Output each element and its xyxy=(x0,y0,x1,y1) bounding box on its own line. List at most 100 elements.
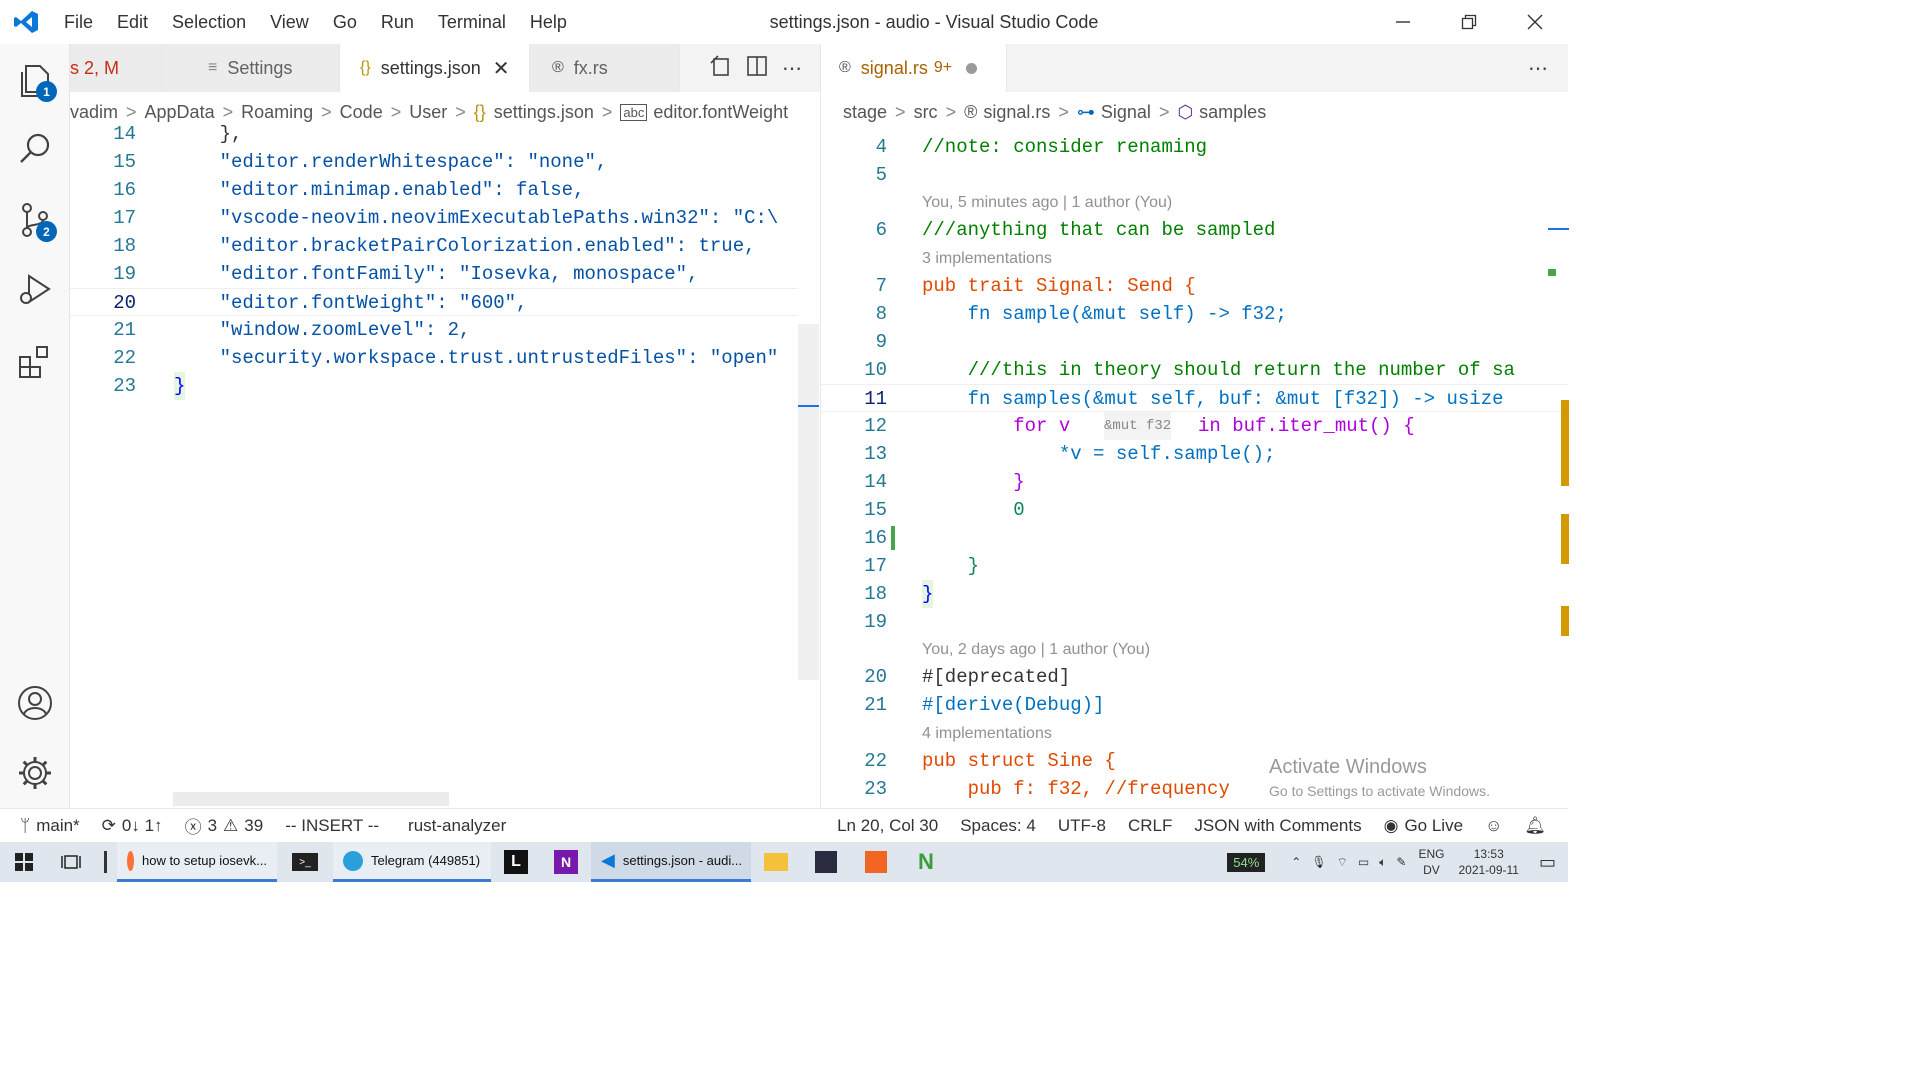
taskbar-app-n[interactable]: N xyxy=(901,842,951,882)
n-app-icon: N xyxy=(918,849,934,874)
warning-icon: ⚠ xyxy=(223,815,239,835)
menu-help[interactable]: Help xyxy=(518,0,579,44)
windows-start-icon[interactable] xyxy=(0,842,48,882)
language-mode-status[interactable]: JSON with Comments xyxy=(1183,816,1372,836)
menu-view[interactable]: View xyxy=(258,0,321,44)
codelens-implementations[interactable]: 4 implementations xyxy=(922,725,1052,743)
json-icon: {} xyxy=(360,59,371,76)
indentation-status[interactable]: Spaces: 4 xyxy=(949,816,1047,836)
string-symbol-icon: abc xyxy=(620,103,648,121)
action-center-icon[interactable]: ▭ xyxy=(1539,852,1556,873)
close-tab-icon[interactable]: ✕ xyxy=(493,56,510,81)
restore-button[interactable] xyxy=(1436,0,1502,44)
microphone-icon[interactable]: 🎙︎ xyxy=(1311,855,1326,869)
problems-status[interactable]: ⓧ 3 ⚠ 39 xyxy=(174,813,275,838)
taskbar-app-terminal[interactable]: >_ xyxy=(277,842,333,882)
search-icon[interactable] xyxy=(0,116,70,180)
taskbar-divider xyxy=(104,851,107,873)
encoding-status[interactable]: UTF-8 xyxy=(1047,816,1117,836)
chevron-up-icon[interactable]: ⌃ xyxy=(1291,855,1301,869)
code-line: 6///anything that can be sampled xyxy=(875,219,1276,241)
rust-file-icon: ® xyxy=(964,101,978,122)
code-line: 16 "editor.minimap.enabled": false, xyxy=(113,179,585,201)
clock[interactable]: 13:53 2021-09-11 xyxy=(1458,846,1519,878)
menu-go[interactable]: Go xyxy=(321,0,369,44)
run-debug-icon[interactable] xyxy=(0,258,70,322)
notifications-bell-icon[interactable]: 🔔︎ xyxy=(1513,816,1568,836)
terminal-icon: >_ xyxy=(292,853,318,871)
code-line: 8 fn sample(&mut self) -> f32; xyxy=(875,303,1287,325)
split-editor-icon[interactable] xyxy=(746,55,768,82)
menu-file[interactable]: File xyxy=(52,0,105,44)
pen-icon[interactable]: ✎ xyxy=(1396,855,1406,869)
taskbar-app-vscode[interactable]: ◀ settings.json - audi... xyxy=(591,842,751,882)
code-line: 13 *v = self.sample(); xyxy=(864,443,1276,465)
codelens-blame[interactable]: You, 5 minutes ago | 1 author (You) xyxy=(922,194,1172,212)
settings-json-editor[interactable]: 14 }, 15 "editor.renderWhitespace": "non… xyxy=(70,120,820,760)
settings-gear-icon[interactable] xyxy=(0,741,70,805)
taskbar-app-orange[interactable] xyxy=(851,842,901,882)
activity-bar: 1 2 xyxy=(0,44,70,808)
taskbar-app-telegram[interactable]: Telegram (449851) xyxy=(333,842,491,882)
tab-problems-truncated[interactable]: s 2, M xyxy=(70,44,162,92)
code-line: 20 #[deprecated] xyxy=(864,666,1071,688)
breadcrumb-item[interactable]: stage xyxy=(843,102,887,123)
feedback-icon[interactable]: ☺ xyxy=(1474,816,1513,836)
network-icon[interactable]: ⌔ xyxy=(1337,855,1348,870)
taskbar-app-onenote[interactable]: N xyxy=(541,842,591,882)
code-line: 5 xyxy=(875,164,887,186)
taskbar-app-explorer[interactable] xyxy=(751,842,801,882)
taskbar-app-media[interactable] xyxy=(801,842,851,882)
source-control-icon[interactable]: 2 xyxy=(0,188,70,252)
code-line: 22 "security.workspace.trust.untrustedFi… xyxy=(113,347,779,369)
signal-rs-editor[interactable]: 4//note: consider renaming 5 You, 5 minu… xyxy=(821,132,1568,802)
more-actions-icon[interactable]: ⋯ xyxy=(1528,56,1548,81)
breadcrumb-item[interactable]: signal.rs xyxy=(983,102,1050,123)
codelens-blame[interactable]: You, 2 days ago | 1 author (You) xyxy=(922,641,1150,659)
git-branch-status[interactable]: ᛘ main* xyxy=(0,816,91,836)
account-icon[interactable] xyxy=(0,671,70,735)
explorer-icon[interactable]: 1 xyxy=(0,48,70,112)
menu-selection[interactable]: Selection xyxy=(160,0,258,44)
system-tray: 54% ⌃ 🎙︎ ⌔ ▭ 🔈︎ ✎ ENG DV 13:53 2021-09-1… xyxy=(1227,842,1568,882)
input-language[interactable]: ENG DV xyxy=(1418,846,1444,878)
battery-icon[interactable]: ▭ xyxy=(1358,855,1369,869)
code-line: 18} xyxy=(821,580,1568,608)
tab-fx-rs[interactable]: ® fx.rs xyxy=(530,44,680,92)
tab-settings-json[interactable]: {} settings.json ✕ xyxy=(340,44,530,92)
taskbar-app-firefox[interactable]: how to setup iosevk... xyxy=(117,842,277,882)
more-actions-icon[interactable]: ⋯ xyxy=(782,56,802,81)
open-settings-ui-icon[interactable] xyxy=(710,54,732,82)
menu-run[interactable]: Run xyxy=(369,0,426,44)
tab-signal-rs[interactable]: ® signal.rs 9+ xyxy=(821,44,1007,92)
breadcrumb-item[interactable]: src xyxy=(914,102,938,123)
unsaved-dot-icon[interactable] xyxy=(966,62,978,74)
windows-taskbar: how to setup iosevk... >_ Telegram (4498… xyxy=(0,842,1568,882)
battery-meter[interactable]: 54% xyxy=(1227,852,1266,872)
breadcrumb: stage > src > ® signal.rs > ⊶ Signal > ⬡ sample… xyxy=(843,101,1267,123)
codelens-implementations[interactable]: 3 implementations xyxy=(922,250,1052,268)
vertical-scrollbar[interactable] xyxy=(798,324,819,680)
tab-settings[interactable]: ≡ Settings xyxy=(162,44,340,92)
taskbar-app-l[interactable]: L xyxy=(491,842,541,882)
language-server-status[interactable]: rust-analyzer xyxy=(390,816,517,836)
breadcrumb-item[interactable]: samples xyxy=(1199,102,1266,123)
cursor-position-status[interactable]: Ln 20, Col 30 xyxy=(826,816,949,836)
menu-terminal[interactable]: Terminal xyxy=(426,0,518,44)
extensions-icon[interactable] xyxy=(0,330,70,394)
horizontal-scrollbar[interactable] xyxy=(173,792,449,806)
menu-edit[interactable]: Edit xyxy=(105,0,160,44)
code-line: 19 "editor.fontFamily": "Iosevka, monosp… xyxy=(113,263,699,285)
breadcrumb-item[interactable]: Signal xyxy=(1101,102,1151,123)
volume-icon[interactable]: 🔈︎ xyxy=(1379,855,1386,870)
sync-status[interactable]: ⟳ 0↓ 1↑ xyxy=(91,816,174,836)
scrollbar-cursor-marker xyxy=(798,405,819,407)
minimize-button[interactable] xyxy=(1370,0,1436,44)
close-window-button[interactable] xyxy=(1502,0,1568,44)
vscode-logo-icon xyxy=(0,0,52,44)
vscode-icon: ◀ xyxy=(601,850,615,870)
go-live-status[interactable]: ◉ Go Live xyxy=(1373,816,1474,836)
eol-status[interactable]: CRLF xyxy=(1117,816,1183,836)
overview-ruler-cursor xyxy=(1548,228,1569,230)
task-view-icon[interactable] xyxy=(48,842,94,882)
